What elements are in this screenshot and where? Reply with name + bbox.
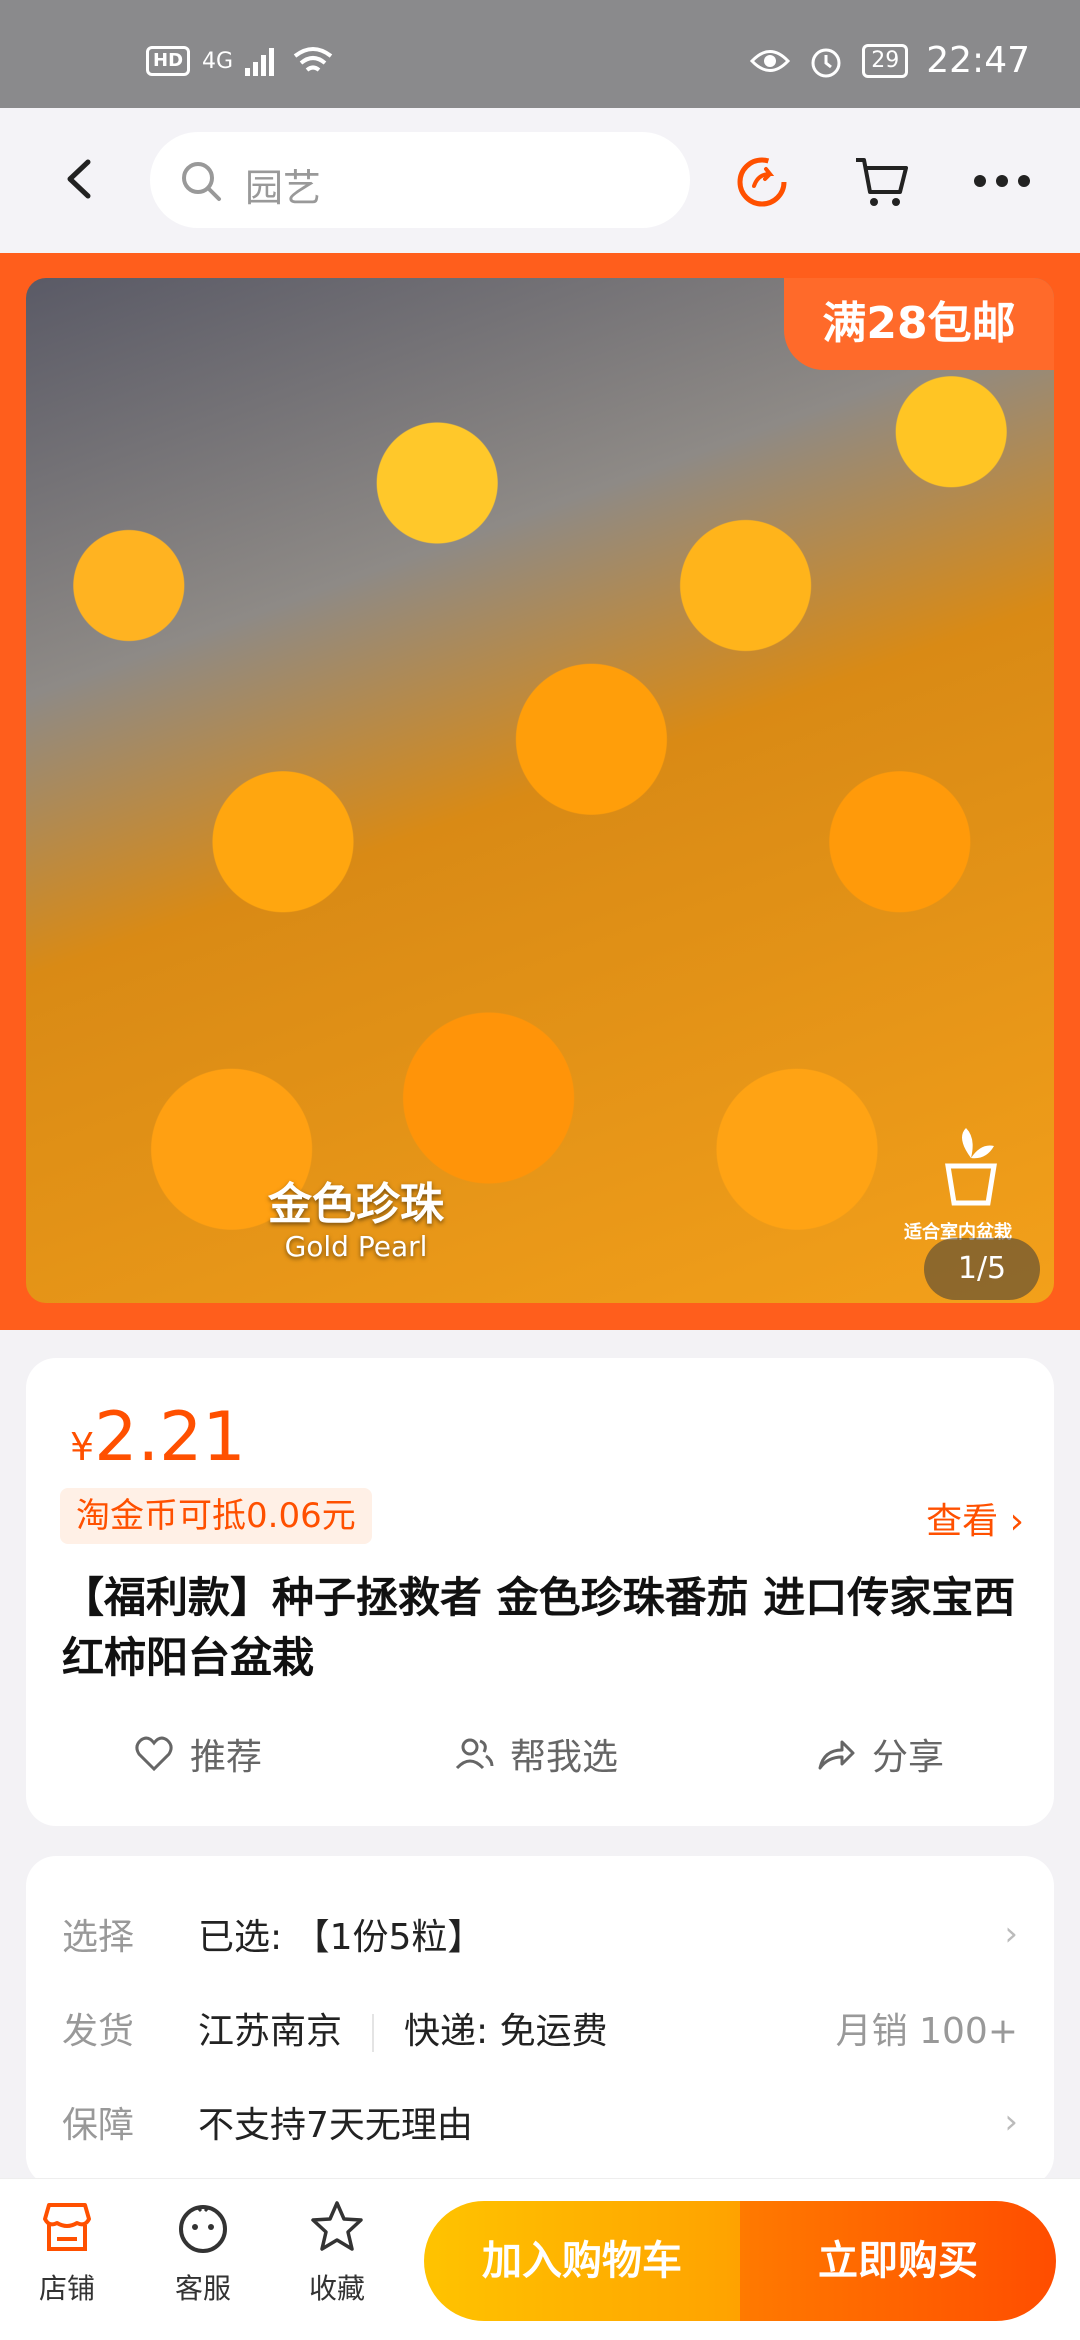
alarm-icon bbox=[811, 48, 841, 77]
product-image[interactable]: 满28包邮 金色珍珠 Gold Pearl 适合室内盆栽 1/5 bbox=[26, 278, 1054, 1303]
product-gallery: 满28包邮 金色珍珠 Gold Pearl 适合室内盆栽 1/5 bbox=[0, 253, 1080, 1330]
detail-card: 选择 已选: 【1份5粒】 › 发货 江苏南京 快递: 免运费 月销 100+ 保… bbox=[26, 1856, 1054, 2186]
purchase-buttons: 加入购物车 立即购买 bbox=[424, 2201, 1056, 2321]
favorite-label: 收藏 bbox=[308, 2272, 365, 2305]
heart-icon bbox=[135, 1736, 173, 1772]
select-label: 选择 bbox=[62, 1917, 135, 1958]
back-icon[interactable] bbox=[56, 154, 106, 204]
chevron-right-icon: › bbox=[1004, 2102, 1018, 2142]
guarantee-row[interactable]: 保障 不支持7天无理由 › bbox=[26, 2096, 1054, 2156]
shipping-row[interactable]: 发货 江苏南京 快递: 免运费 月销 100+ bbox=[26, 2002, 1054, 2062]
shop-icon bbox=[43, 2203, 91, 2251]
favorite-button[interactable]: 收藏 bbox=[292, 2199, 382, 2307]
eye-icon bbox=[750, 49, 791, 72]
help-choose-label: 帮我选 bbox=[510, 1737, 619, 1778]
plant-pot-icon bbox=[945, 1128, 997, 1206]
divider bbox=[372, 2014, 375, 2052]
bottom-bar: 店铺 客服 收藏 加入购物车 立即购买 bbox=[0, 2178, 1080, 2340]
guarantee-label: 保障 bbox=[62, 2105, 135, 2146]
top-nav: 园艺 bbox=[0, 108, 1080, 253]
battery-indicator: 29 bbox=[862, 43, 909, 78]
buy-now-button[interactable]: 立即购买 bbox=[740, 2201, 1056, 2321]
chat-bot-icon bbox=[179, 2205, 227, 2253]
share-button[interactable]: 分享 bbox=[816, 1728, 944, 1780]
recommend-button[interactable]: 推荐 bbox=[134, 1728, 262, 1780]
image-pager: 1/5 bbox=[924, 1238, 1040, 1300]
price-value: 2.21 bbox=[94, 1398, 246, 1477]
shipping-label: 发货 bbox=[62, 2011, 135, 2052]
chevron-right-icon: › bbox=[1004, 1914, 1018, 1954]
hd-indicator: HD bbox=[146, 46, 191, 76]
signal-icon bbox=[245, 48, 275, 76]
search-placeholder: 园艺 bbox=[245, 166, 322, 210]
add-to-cart-button[interactable]: 加入购物车 bbox=[424, 2201, 740, 2321]
price-card: ¥2.21 淘金币可抵0.06元 查看 › 【福利款】种子拯救者 金色珍珠番茄 … bbox=[26, 1358, 1054, 1826]
share-icon[interactable] bbox=[734, 154, 790, 210]
status-bar: HD 4G 29 22:47 bbox=[0, 0, 1080, 108]
monthly-sales: 月销 100+ bbox=[835, 2011, 1018, 2052]
clock: 22:47 bbox=[926, 40, 1030, 81]
select-row[interactable]: 选择 已选: 【1份5粒】 › bbox=[26, 1908, 1054, 1968]
price: ¥2.21 bbox=[70, 1398, 246, 1477]
recommend-label: 推荐 bbox=[190, 1737, 263, 1778]
wifi-icon bbox=[293, 47, 333, 72]
product-title: 【福利款】种子拯救者 金色珍珠番茄 进口传家宝西红柿阳台盆栽 bbox=[62, 1573, 1016, 1682]
share-arrow-icon bbox=[818, 1740, 855, 1770]
shop-button[interactable]: 店铺 bbox=[22, 2199, 112, 2307]
chevron-right-icon: › bbox=[1009, 1501, 1024, 1542]
cart-icon[interactable] bbox=[852, 154, 910, 210]
image-caption-en: Gold Pearl bbox=[284, 1230, 428, 1263]
ship-method: 快递: 免运费 bbox=[404, 2011, 608, 2052]
search-icon bbox=[182, 162, 221, 201]
ship-from: 江苏南京 bbox=[198, 2011, 343, 2052]
shop-label: 店铺 bbox=[38, 2272, 95, 2305]
price-currency: ¥ bbox=[70, 1425, 95, 1469]
free-shipping-badge: 满28包邮 bbox=[784, 278, 1054, 370]
guarantee-value: 不支持7天无理由 bbox=[198, 2105, 473, 2146]
coin-discount-badge: 淘金币可抵0.06元 bbox=[60, 1488, 372, 1544]
network-indicator: 4G bbox=[202, 48, 234, 74]
image-caption-cn: 金色珍珠 bbox=[268, 1179, 444, 1230]
search-bar[interactable]: 园艺 bbox=[150, 132, 690, 228]
action-row: 推荐 帮我选 分享 bbox=[26, 1728, 1054, 1798]
star-icon bbox=[311, 2201, 363, 2251]
shipping-info: 江苏南京 快递: 免运费 bbox=[198, 2002, 608, 2054]
share-label: 分享 bbox=[872, 1737, 945, 1778]
help-choose-button[interactable]: 帮我选 bbox=[454, 1728, 618, 1780]
people-icon bbox=[455, 1738, 494, 1770]
view-label: 查看 bbox=[926, 1501, 999, 1542]
service-label: 客服 bbox=[174, 2272, 231, 2305]
select-value: 已选: 【1份5粒】 bbox=[198, 1917, 484, 1958]
service-button[interactable]: 客服 bbox=[158, 2199, 248, 2307]
view-link[interactable]: 查看 › bbox=[926, 1492, 1024, 1544]
more-icon[interactable] bbox=[970, 166, 1034, 196]
